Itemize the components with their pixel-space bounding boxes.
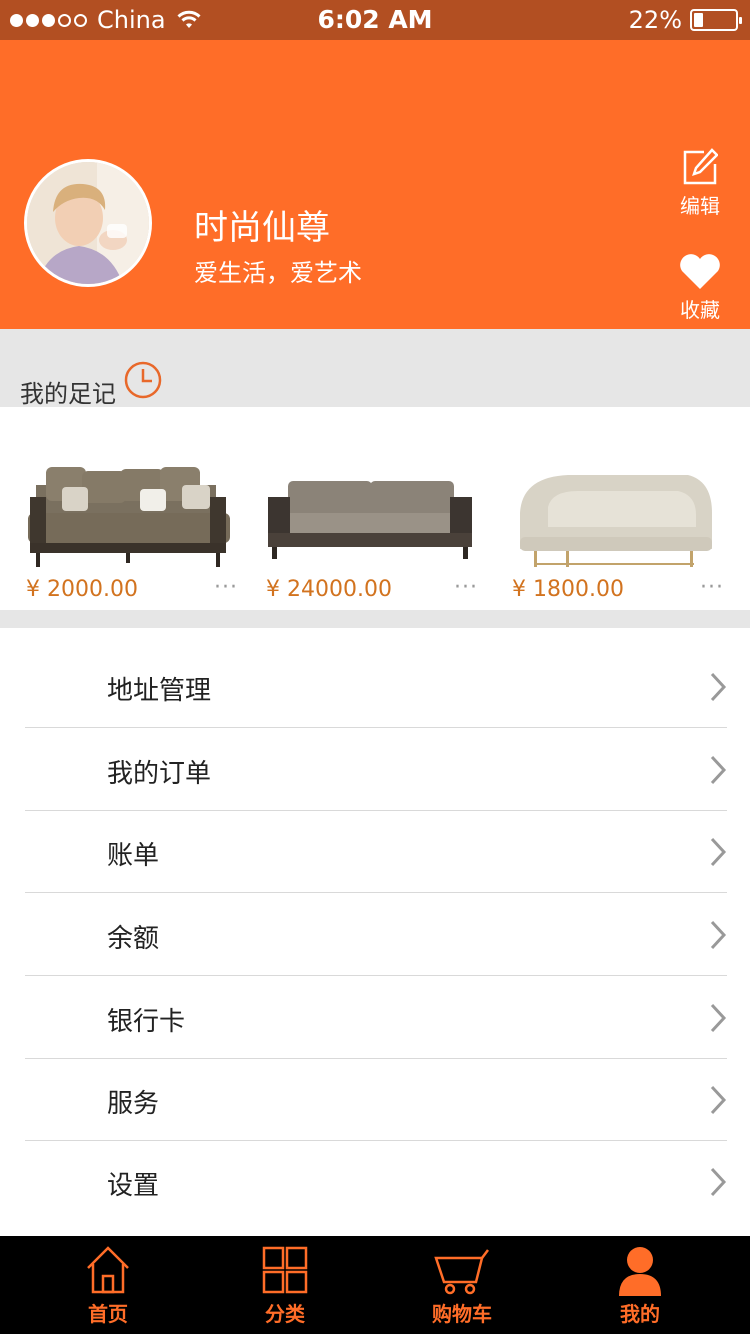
chevron-right-icon: [710, 1085, 727, 1115]
favorite-button[interactable]: 收藏: [670, 254, 730, 323]
product-price: ¥ 1800.00: [512, 577, 624, 602]
footprint-header: 我的足记: [0, 329, 750, 408]
tab-label: 分类: [265, 1302, 305, 1326]
chevron-right-icon: [710, 920, 727, 950]
product-image: [22, 457, 234, 575]
menu-item-label: 银行卡: [107, 1007, 186, 1037]
status-right: 22%: [628, 6, 742, 34]
user-icon: [619, 1247, 661, 1296]
chevron-right-icon: [710, 1167, 727, 1197]
more-icon[interactable]: ···: [454, 575, 478, 600]
clock-icon: [124, 361, 162, 399]
menu-item-address[interactable]: 地址管理: [25, 646, 727, 728]
grid-icon: [262, 1246, 308, 1294]
product-price: ¥ 2000.00: [26, 577, 138, 602]
battery-percent: 22%: [628, 6, 682, 34]
chevron-right-icon: [710, 672, 727, 702]
profile-header: 时尚仙尊 爱生活，爱艺术 编辑 收藏: [0, 40, 750, 329]
product-price: ¥ 24000.00: [266, 577, 392, 602]
menu-item-orders[interactable]: 我的订单: [25, 729, 727, 811]
menu-item-settings[interactable]: 设置: [25, 1141, 727, 1223]
favorite-label: 收藏: [680, 298, 720, 322]
tab-label: 首页: [88, 1302, 128, 1326]
menu-item-label: 账单: [107, 841, 160, 871]
product-image: [508, 457, 720, 575]
tab-label: 我的: [620, 1302, 660, 1326]
chevron-right-icon: [710, 755, 727, 785]
menu-item-label: 地址管理: [107, 676, 212, 706]
tab-label: 购物车: [432, 1302, 492, 1326]
edit-button[interactable]: 编辑: [670, 148, 730, 219]
menu-item-balance[interactable]: 余额: [25, 894, 727, 976]
menu-item-label: 设置: [107, 1171, 160, 1201]
chevron-right-icon: [710, 837, 727, 867]
menu-item-label: 我的订单: [107, 759, 212, 789]
product-card[interactable]: ¥ 1800.00 ···: [508, 447, 728, 607]
user-motto: 爱生活，爱艺术: [194, 259, 362, 287]
tab-bar: 首页 分类 购物车 我的: [0, 1236, 750, 1334]
product-card[interactable]: ¥ 24000.00 ···: [262, 447, 482, 607]
battery-icon: [690, 9, 742, 31]
tab-home[interactable]: 首页: [48, 1236, 168, 1334]
user-name: 时尚仙尊: [194, 208, 330, 248]
more-icon[interactable]: ···: [700, 575, 724, 600]
section-divider: [0, 610, 750, 628]
menu-item-label: 服务: [107, 1089, 160, 1119]
menu-item-bank-card[interactable]: 银行卡: [25, 977, 727, 1059]
home-icon: [87, 1246, 129, 1294]
cart-icon: [434, 1249, 489, 1295]
chevron-right-icon: [710, 1003, 727, 1033]
tab-category[interactable]: 分类: [225, 1236, 345, 1334]
tab-mine[interactable]: 我的: [580, 1236, 700, 1334]
tab-cart[interactable]: 购物车: [402, 1236, 522, 1334]
heart-icon: [680, 254, 720, 289]
edit-label: 编辑: [680, 194, 720, 218]
status-bar: China 6:02 AM 22%: [0, 0, 750, 40]
edit-icon: [683, 148, 718, 185]
menu-item-service[interactable]: 服务: [25, 1059, 727, 1141]
product-card[interactable]: ¥ 2000.00 ···: [22, 447, 242, 607]
avatar[interactable]: [24, 159, 152, 287]
footprint-products: ¥ 2000.00 ··· ¥ 24000.00 ··· ¥ 1800.00 ·…: [0, 407, 750, 610]
more-icon[interactable]: ···: [214, 575, 238, 600]
footprint-title: 我的足记: [20, 380, 116, 408]
menu-item-label: 余额: [107, 924, 160, 954]
account-menu: 地址管理 我的订单 账单 余额 银行卡 服务 设置: [0, 628, 750, 1236]
menu-item-bills[interactable]: 账单: [25, 811, 727, 893]
product-image: [262, 457, 478, 575]
